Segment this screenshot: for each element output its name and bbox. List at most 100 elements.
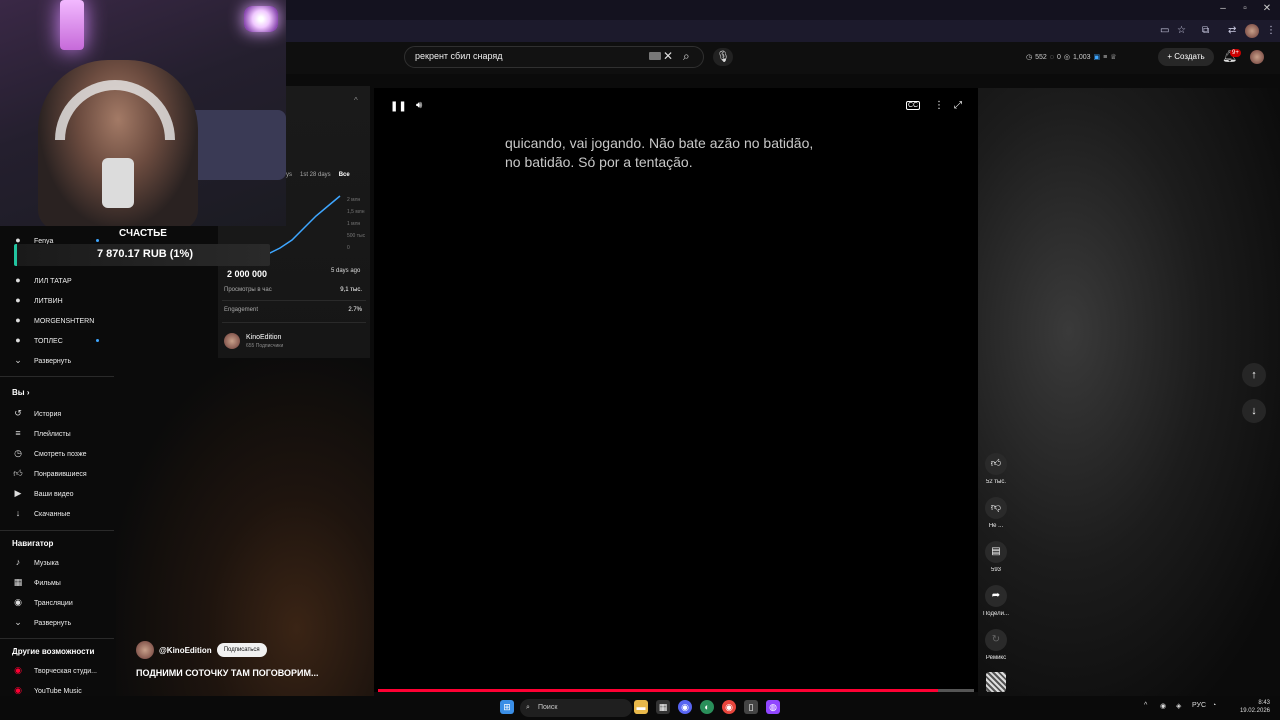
like-button[interactable]: 👍︎ 52 тыс.	[982, 453, 1010, 485]
app-icon[interactable]: ◐	[700, 700, 714, 714]
dislike-label: Не ...	[988, 523, 1004, 529]
windows-start-icon[interactable]: ⊞	[500, 700, 514, 714]
sidebar-expand-subscriptions[interactable]: ⌄ Развернуть	[12, 354, 71, 368]
wifi-volume-icon[interactable]: ◔	[1212, 702, 1216, 709]
video-progress-bar[interactable]	[378, 689, 974, 692]
extensions-icon[interactable]: ⧉	[1202, 25, 1209, 36]
clear-search-icon[interactable]: ✕	[663, 49, 673, 63]
sidebar-item-morgenshtern[interactable]: ● MORGENSHTERN	[12, 314, 94, 328]
channel-subscribers: 655 Подписчики	[246, 343, 284, 349]
cast-icon[interactable]: ▭	[1160, 25, 1169, 36]
youtube-music-icon: ◉	[14, 685, 22, 695]
more-options-icon[interactable]: ⋮	[934, 100, 944, 111]
sidebar-item-films[interactable]: ▦ Фильмы	[12, 576, 61, 590]
next-short-down-arrow-icon[interactable]: ↓	[1242, 399, 1266, 423]
tray-app-icon[interactable]: ◉	[1160, 702, 1166, 710]
sidebar-item-label: Развернуть	[34, 620, 72, 627]
section-you[interactable]: Вы ›	[12, 388, 30, 397]
tray-chevron-up-icon[interactable]: ^	[1144, 702, 1147, 709]
tab-search-icon[interactable]: ⇄	[1228, 25, 1236, 36]
taskbar-search[interactable]: ⌕ Поиск	[520, 699, 632, 717]
extension-icon[interactable]: ▣	[1094, 53, 1101, 61]
filter-icon[interactable]: ≡	[1103, 54, 1107, 61]
captions-icon[interactable]: CC	[906, 101, 921, 110]
collapse-icon[interactable]: ^	[354, 96, 358, 105]
previous-short-up-arrow-icon[interactable]: ↑	[1242, 363, 1266, 387]
close-icon[interactable]: ✕	[1256, 3, 1278, 14]
sidebar-item-downloads[interactable]: ↓ Скачанные	[12, 507, 70, 521]
sidebar-item-music[interactable]: ♪ Музыка	[12, 556, 59, 570]
minimize-icon[interactable]: –	[1212, 3, 1234, 14]
y-label: 1 млн	[347, 221, 361, 227]
volume-icon[interactable]: 🔊︎	[416, 100, 422, 111]
sidebar-item-your-videos[interactable]: ▶ Ваши видео	[12, 487, 74, 501]
search-icon[interactable]: ⌕	[683, 49, 690, 64]
chip-all[interactable]: Все	[339, 172, 350, 178]
sidebar-item-live[interactable]: ◉ Трансляции	[12, 596, 73, 610]
remix-button[interactable]: ↻ Ремикс	[982, 629, 1010, 661]
search-input[interactable]: рекрент сбил снаряд	[415, 51, 503, 61]
stats-widget: ◷ 552 ◌ 0 ◎ 1,003 ▣ ≡ ♕	[1026, 53, 1117, 62]
share-button[interactable]: ➦ Подели...	[982, 585, 1010, 617]
playlists-icon: ≡	[15, 428, 21, 438]
file-explorer-icon[interactable]: ▬	[634, 700, 648, 714]
film-icon: ▦	[13, 577, 23, 587]
account-avatar[interactable]	[1250, 50, 1264, 64]
y-label: 500 тыс	[347, 233, 366, 239]
dislike-button[interactable]: 👎︎ Не ...	[982, 497, 1010, 529]
sidebar-item-studio[interactable]: ◉ Творческая студи...	[12, 664, 97, 678]
sidebar: ● Fenya ● ЛИЛ ТАТАР ● ЛИТВИН ● MORGENSHTERN …	[0, 226, 116, 696]
sidebar-item-watch-later[interactable]: ◷ Смотреть позже	[12, 447, 87, 461]
comment-icon: ▤	[985, 541, 1007, 563]
pause-icon[interactable]: ❚❚	[390, 101, 407, 112]
system-clock[interactable]: 8:43 19.02.2026	[1234, 699, 1270, 715]
sidebar-expand-navigator[interactable]: ⌄ Развернуть	[12, 616, 71, 630]
sidebar-item-toples[interactable]: ● ТОПЛЕС	[12, 334, 63, 348]
create-button[interactable]: + Создать	[1158, 48, 1214, 66]
sidebar-item-label: ТОПЛЕС	[34, 338, 63, 345]
store-icon[interactable]: ▦	[656, 700, 670, 714]
discord-icon[interactable]: ◉	[678, 700, 692, 714]
author-handle[interactable]: @KinoEdition	[159, 646, 212, 655]
tray-network-icon[interactable]: ◈	[1176, 702, 1181, 710]
donation-goal-title: СЧАСТЬЕ	[119, 228, 167, 239]
obs-icon[interactable]: ◍	[766, 700, 780, 714]
sidebar-item-liked[interactable]: 👍︎ Понравившиеся	[12, 467, 87, 481]
sidebar-item-label: Понравившиеся	[34, 471, 87, 478]
author-avatar[interactable]	[136, 641, 154, 659]
more-menu-icon[interactable]: ⋮	[1266, 25, 1276, 36]
row-label-engagement: Engagement	[224, 307, 259, 313]
sidebar-item-playlists[interactable]: ≡ Плейлисты	[12, 427, 71, 441]
chip-period[interactable]: ys	[286, 172, 292, 178]
trophy-icon[interactable]: ♕	[1110, 53, 1116, 61]
sidebar-item-label: Плейлисты	[34, 431, 71, 438]
profile-avatar[interactable]	[1245, 24, 1259, 38]
sound-thumbnail[interactable]	[986, 672, 1006, 692]
music-note-icon: ♪	[15, 557, 21, 567]
chrome-icon[interactable]: ◉	[722, 700, 736, 714]
sidebar-item-lil-tatar[interactable]: ● ЛИЛ ТАТАР	[12, 274, 71, 288]
sidebar-item-label: Творческая студи...	[34, 668, 98, 675]
voice-search-mic-icon[interactable]: 🎙	[713, 48, 733, 66]
input-language[interactable]: РУС	[1192, 702, 1206, 709]
keyboard-icon[interactable]	[649, 52, 661, 60]
sidebar-item-litvin[interactable]: ● ЛИТВИН	[12, 294, 62, 308]
sidebar-item-history[interactable]: ↺ История	[12, 407, 61, 421]
comments-button[interactable]: ▤ 593	[982, 541, 1010, 573]
maximize-icon[interactable]: ▫	[1234, 3, 1256, 14]
chevron-right-icon: ›	[26, 388, 30, 397]
sidebar-item-label: История	[34, 411, 62, 418]
chip-28-days[interactable]: 1st 28 days	[300, 172, 331, 178]
fullscreen-icon[interactable]: ⤢	[954, 100, 962, 111]
webcam-overlay	[0, 0, 286, 226]
channel-avatar[interactable]	[224, 333, 240, 349]
search-box[interactable]: рекрент сбил снаряд ✕ ⌕	[404, 46, 704, 68]
document-icon[interactable]: ▯	[744, 700, 758, 714]
channel-name[interactable]: KinoEdition	[246, 334, 281, 341]
subscribe-button[interactable]: Подписаться	[216, 643, 267, 657]
create-label: Создать	[1174, 52, 1205, 61]
section-you-label: Вы	[12, 388, 25, 397]
section-navigator: Навигатор	[12, 539, 54, 548]
shorts-player[interactable]: ❚❚ 🔊︎ CC ⋮ ⤢	[374, 88, 978, 692]
bookmark-star-icon[interactable]: ☆	[1177, 25, 1186, 36]
